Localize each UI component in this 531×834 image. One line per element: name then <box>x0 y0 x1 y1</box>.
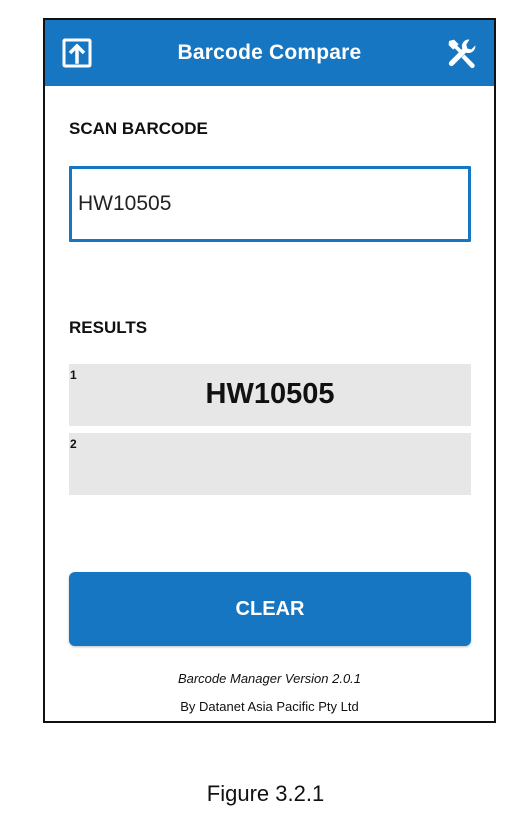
results-label: RESULTS <box>69 318 148 337</box>
result-value: HW10505 <box>205 378 335 410</box>
scan-barcode-input[interactable] <box>69 166 471 242</box>
settings-button[interactable] <box>443 34 481 72</box>
app-screen: Barcode Compare SCAN BARCODE RESULTS 1 H… <box>43 18 496 723</box>
app-bar: Barcode Compare <box>45 20 494 86</box>
wrench-icon <box>448 39 476 69</box>
company-credit: By Datanet Asia Pacific Pty Ltd <box>180 699 359 714</box>
clear-button[interactable]: CLEAR <box>69 572 471 646</box>
result-index: 2 <box>70 437 77 451</box>
export-button[interactable] <box>58 34 96 72</box>
figure-caption: Figure 3.2.1 <box>206 781 325 806</box>
result-row: 2 <box>69 433 471 495</box>
app-version: Barcode Manager Version 2.0.1 <box>177 671 362 686</box>
document-page: Barcode Compare SCAN BARCODE RESULTS 1 H… <box>0 0 531 834</box>
app-title: Barcode Compare <box>177 41 362 64</box>
export-icon <box>62 38 92 68</box>
result-row: 1 HW10505 <box>69 364 471 426</box>
scan-barcode-label: SCAN BARCODE <box>69 119 208 138</box>
